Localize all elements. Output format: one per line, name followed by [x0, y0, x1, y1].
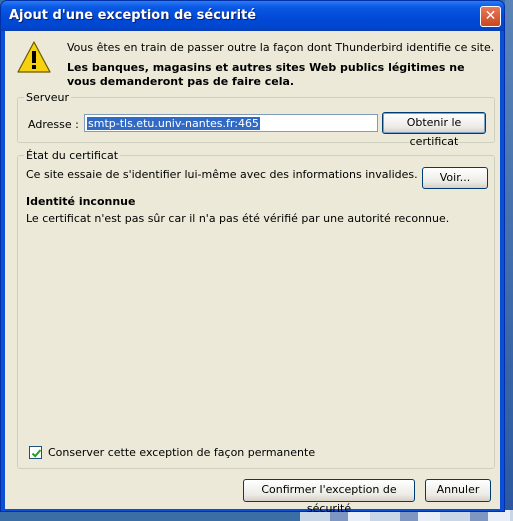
server-group: Serveur Adresse : smtp-tls.etu.univ-nant…: [17, 91, 495, 148]
close-button[interactable]: ✕: [480, 6, 501, 27]
identity-title: Identité inconnue: [26, 195, 136, 208]
warning-emphasis: Les banques, magasins et autres sites We…: [67, 61, 465, 88]
confirm-exception-button[interactable]: Confirmer l'exception de sécurité: [243, 479, 415, 515]
title-bar[interactable]: Ajout d'une exception de sécurité ✕: [1, 1, 504, 31]
warning-message: Vous êtes en train de passer outre la fa…: [67, 41, 495, 54]
security-exception-dialog: Ajout d'une exception de sécurité ✕ Vous…: [0, 0, 505, 515]
desktop-background: [505, 0, 513, 521]
checkmark-icon: [31, 449, 42, 458]
certificate-legend: État du certificat: [24, 149, 121, 162]
certificate-status-group: État du certificat Ce site essaie de s'i…: [17, 149, 495, 469]
address-label: Adresse :: [28, 118, 79, 131]
identity-description: Le certificat n'est pas sûr car il n'a p…: [26, 212, 450, 225]
address-value: smtp-tls.etu.univ-nantes.fr:465: [87, 117, 260, 130]
server-legend: Serveur: [24, 91, 72, 104]
permanent-exception-label[interactable]: Conserver cette exception de façon perma…: [48, 446, 315, 459]
window-title: Ajout d'une exception de sécurité: [9, 8, 257, 23]
cancel-button[interactable]: Annuler: [425, 479, 491, 502]
get-certificate-button[interactable]: Obtenir le certificat: [382, 112, 486, 148]
permanent-exception-checkbox[interactable]: [29, 446, 42, 459]
close-icon: ✕: [484, 8, 497, 24]
view-button[interactable]: Voir...: [422, 167, 488, 189]
certificate-status-text: Ce site essaie de s'identifier lui-même …: [26, 168, 418, 181]
warning-triangle-icon: [17, 41, 51, 73]
dialog-body: Vous êtes en train de passer outre la fa…: [5, 31, 500, 515]
address-input[interactable]: smtp-tls.etu.univ-nantes.fr:465: [84, 114, 378, 132]
